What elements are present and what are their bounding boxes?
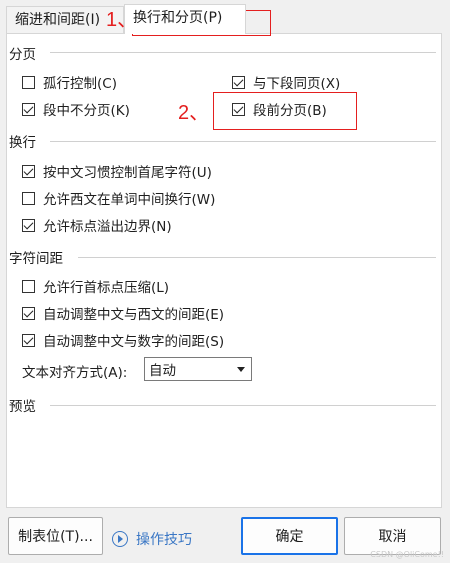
divider [50, 405, 436, 406]
keep-lines-together-label: 段中不分页(K) [43, 103, 130, 119]
ok-label: 确定 [275, 529, 304, 545]
section-pagination: 分页 [9, 47, 36, 63]
keep-with-next-label: 与下段同页(X) [253, 76, 341, 92]
text-align-value: 自动 [149, 363, 176, 379]
divider [50, 141, 436, 142]
checkbox-box [22, 279, 35, 293]
divider [50, 52, 436, 53]
compress-punct-checkbox[interactable]: 允许行首标点压缩(L) [22, 276, 169, 296]
checkbox-box [22, 218, 35, 232]
word-wrap-checkbox[interactable]: 允许西文在单词中间换行(W) [22, 188, 215, 208]
section-char-spacing: 字符间距 [9, 251, 63, 267]
divider [78, 257, 436, 258]
checkbox-box [22, 75, 35, 89]
word-wrap-label: 允许西文在单词中间换行(W) [43, 192, 216, 208]
tab-stops-button[interactable]: 制表位(T)... [8, 517, 103, 555]
hanging-punct-label: 允许标点溢出边界(N) [43, 219, 172, 235]
checkbox-box [22, 191, 35, 205]
tab-line-page-break[interactable]: 换行和分页(P) [124, 4, 246, 34]
checkbox-box [22, 333, 35, 347]
checkbox-box [22, 164, 35, 178]
annotation-step-2: 2、 [178, 102, 210, 124]
annotation-highlight-box [213, 92, 357, 130]
section-preview: 预览 [9, 399, 36, 415]
tips-label: 操作技巧 [136, 532, 192, 548]
cancel-label: 取消 [378, 529, 407, 545]
chevron-down-icon [237, 367, 245, 372]
text-align-select[interactable]: 自动 [144, 357, 252, 381]
tab-line-page-break-label: 换行和分页(P) [133, 10, 223, 26]
chinese-rules-checkbox[interactable]: 按中文习惯控制首尾字符(U) [22, 161, 212, 181]
keep-lines-together-checkbox[interactable]: 段中不分页(K) [22, 99, 130, 119]
text-align-label: 文本对齐方式(A): [22, 365, 128, 381]
widow-control-label: 孤行控制(C) [43, 76, 117, 92]
ok-button[interactable]: 确定 [241, 517, 338, 555]
checkbox-box [22, 102, 35, 116]
tab-indent-spacing-label: 缩进和间距(I) [15, 12, 101, 28]
widow-control-checkbox[interactable]: 孤行控制(C) [22, 72, 117, 92]
watermark: CSDN @OliCome!! [370, 550, 444, 559]
chinese-rules-label: 按中文习惯控制首尾字符(U) [43, 165, 212, 181]
checkbox-box [232, 75, 245, 89]
auto-space-latin-checkbox[interactable]: 自动调整中文与西文的间距(E) [22, 303, 224, 323]
tips-link[interactable]: 操作技巧 [112, 529, 192, 549]
tab-stops-label: 制表位(T)... [18, 529, 93, 545]
compress-punct-label: 允许行首标点压缩(L) [43, 280, 170, 296]
play-circle-icon [112, 531, 128, 547]
auto-space-digits-checkbox[interactable]: 自动调整中文与数字的间距(S) [22, 330, 224, 350]
hanging-punct-checkbox[interactable]: 允许标点溢出边界(N) [22, 215, 172, 235]
section-line-break: 换行 [9, 135, 36, 151]
checkbox-box [22, 306, 35, 320]
auto-space-digits-label: 自动调整中文与数字的间距(S) [43, 334, 225, 350]
auto-space-latin-label: 自动调整中文与西文的间距(E) [43, 307, 225, 323]
keep-with-next-checkbox[interactable]: 与下段同页(X) [232, 72, 340, 92]
